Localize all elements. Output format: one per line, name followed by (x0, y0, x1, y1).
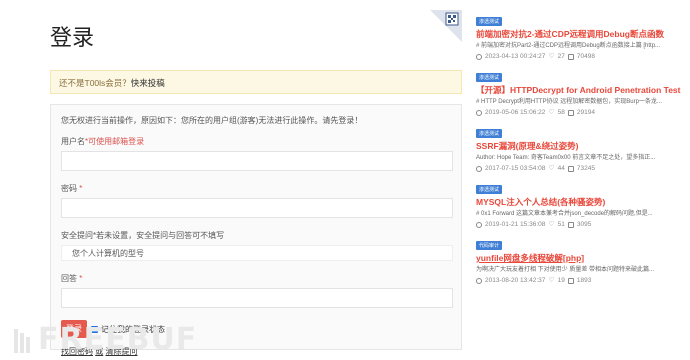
post-item[interactable]: 渗透测试 MYSQL注入个人总结(各种骚姿势) # 0x1 Forward 这篇… (476, 178, 681, 228)
member-notice: 还不是T00ls会员？快来投稿 (50, 70, 462, 94)
post-item[interactable]: 渗透测试 SSRF漏洞(原理&绕过姿势) Author: Hope Team: … (476, 122, 681, 172)
related-posts-sidebar: 渗透测试 前端加密对抗2-通过CDP远程调用Debug断点函数 # 前端加密对抗… (476, 10, 681, 290)
username-label: 用户名*可使用邮箱登录 (61, 137, 145, 146)
post-tag: 代码审计 (476, 241, 503, 250)
post-meta: 2013-08-20 13:42:37 ♡ 19 1893 (476, 277, 681, 284)
views-icon (567, 109, 574, 116)
post-title[interactable]: 前端加密对抗2-通过CDP远程调用Debug断点函数 (476, 29, 681, 40)
security-question-select[interactable]: 您个人计算机的型号 (61, 245, 453, 261)
post-meta: 2023-04-13 00:24:27 ♡ 27 70498 (476, 53, 681, 60)
username-input[interactable] (61, 151, 453, 171)
post-title[interactable]: MYSQL注入个人总结(各种骚姿势) (476, 197, 681, 208)
post-excerpt: # HTTP Decrypt利用HTTP协议 远程加解密数据包，实现Burp一条… (476, 99, 662, 105)
post-meta: 2019-01-21 15:36:08 ♡ 51 3095 (476, 221, 681, 228)
clock-icon (476, 53, 482, 60)
heart-icon: ♡ (548, 52, 555, 60)
notice-text: 还不是T00ls会员？ (59, 78, 131, 88)
post-excerpt: 为啊决广大玩友着打相 下对使用少 质量差 带相本问题特来破此篇... (476, 267, 655, 273)
post-tag: 渗透测试 (476, 129, 503, 138)
clock-icon (476, 277, 482, 284)
answer-label: 回答 * (61, 274, 83, 283)
password-label: 密码 * (61, 184, 83, 193)
security-question-label: 安全提问*若未设置，安全提问与回答可不填写 (61, 231, 225, 240)
post-meta: 2017-07-15 03:54:08 ♡ 44 73245 (476, 165, 681, 172)
post-tag: 渗透测试 (476, 185, 503, 194)
permission-message: 您无权进行当前操作，原因如下：您所在的用户组(游客)无法进行此操作。请先登录！ (61, 116, 363, 125)
post-excerpt: Author: Hope Team: 奇客Team0x00 前言文章不足之处，望… (476, 155, 656, 161)
post-item[interactable]: 渗透测试 【开源】HTTPDecrypt for Android Penetra… (476, 66, 681, 116)
post-meta: 2019-05-06 15:06:22 ♡ 58 29194 (476, 109, 681, 116)
login-form: 您无权进行当前操作，原因如下：您所在的用户组(游客)无法进行此操作。请先登录！ … (50, 104, 462, 356)
views-icon (567, 165, 574, 172)
qr-code-icon[interactable] (430, 10, 462, 42)
heart-icon: ♡ (548, 220, 555, 228)
clock-icon (476, 109, 482, 116)
submit-article-link[interactable]: 快来投稿 (131, 78, 165, 88)
heart-icon: ♡ (548, 108, 555, 116)
views-icon (567, 53, 574, 60)
post-excerpt: # 前端加密对抗Part2-通过CDP远程调用Debug断点函数接上篇 [htt… (476, 43, 661, 49)
post-tag: 渗透测试 (476, 73, 503, 82)
freebuf-logo-icon (14, 328, 30, 353)
post-item[interactable]: 代码审计 yunfile网盘多线程破解[php] 为啊决广大玩友着打相 下对使用… (476, 234, 681, 284)
views-icon (567, 277, 574, 284)
freebuf-watermark: FREEBUF (14, 322, 197, 357)
heart-icon: ♡ (548, 276, 555, 284)
password-input[interactable] (61, 198, 453, 218)
post-title[interactable]: yunfile网盘多线程破解[php] (476, 253, 681, 264)
answer-input[interactable] (61, 288, 453, 308)
post-excerpt: # 0x1 Forward 这篇文章本兼考合并json_decode的解码问题,… (476, 211, 653, 217)
heart-icon: ♡ (548, 164, 555, 172)
clock-icon (476, 165, 482, 172)
page-title: 登录 (50, 26, 95, 51)
post-item[interactable]: 渗透测试 前端加密对抗2-通过CDP远程调用Debug断点函数 # 前端加密对抗… (476, 10, 681, 60)
post-title[interactable]: SSRF漏洞(原理&绕过姿势) (476, 141, 681, 152)
clock-icon (476, 221, 482, 228)
views-icon (567, 221, 574, 228)
post-title[interactable]: 【开源】HTTPDecrypt for Android Penetration … (476, 85, 681, 96)
post-tag: 渗透测试 (476, 17, 503, 26)
